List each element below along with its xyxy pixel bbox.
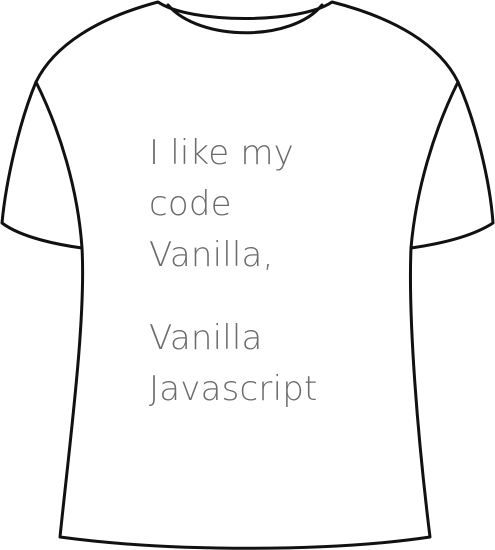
tshirt-slogan: I like my code Vanilla, Vanilla Javascri…	[149, 128, 409, 415]
slogan-line-5: Javascript	[149, 369, 318, 409]
slogan-line-2: code	[149, 184, 232, 224]
slogan-spacer	[149, 281, 409, 313]
slogan-line-3: Vanilla,	[149, 235, 274, 275]
slogan-line-4: Vanilla	[149, 318, 263, 358]
slogan-line-1: I like my	[149, 133, 294, 173]
